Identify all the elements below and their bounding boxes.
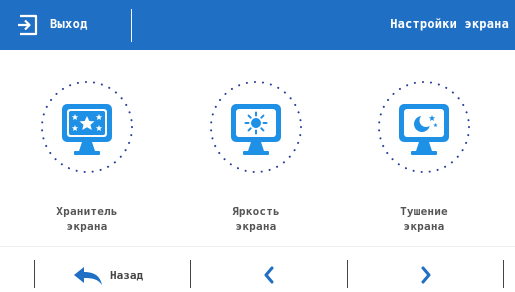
tile-brightness[interactable] — [209, 67, 303, 187]
tile-dimming[interactable] — [377, 67, 471, 187]
exit-button[interactable]: Выход — [0, 0, 131, 50]
dimming-moon-icon — [378, 81, 470, 173]
exit-label: Выход — [50, 17, 88, 31]
top-bar: Выход Настройки экрана — [0, 0, 515, 50]
chevron-right-icon — [421, 266, 431, 284]
brightness-sun-icon — [210, 81, 302, 173]
back-arrow-icon — [74, 267, 102, 285]
header-divider — [131, 9, 132, 42]
screensaver-stars-icon — [41, 81, 133, 173]
tile-screensaver-label: Хранитель экрана — [56, 205, 118, 233]
tile-dimming-label: Тушение экрана — [400, 205, 448, 233]
next-button[interactable] — [348, 258, 503, 290]
footer-separator — [503, 260, 504, 288]
previous-button[interactable] — [191, 258, 346, 290]
footer-divider — [0, 246, 515, 247]
back-label: Назад — [110, 269, 144, 282]
tile-screensaver[interactable] — [40, 67, 134, 187]
exit-icon — [18, 14, 38, 36]
footer-separator — [34, 260, 35, 288]
back-button[interactable]: Назад — [40, 258, 188, 290]
chevron-left-icon — [264, 266, 274, 284]
page-title: Настройки экрана — [390, 17, 509, 31]
tile-brightness-label: Яркость экрана — [232, 205, 280, 233]
